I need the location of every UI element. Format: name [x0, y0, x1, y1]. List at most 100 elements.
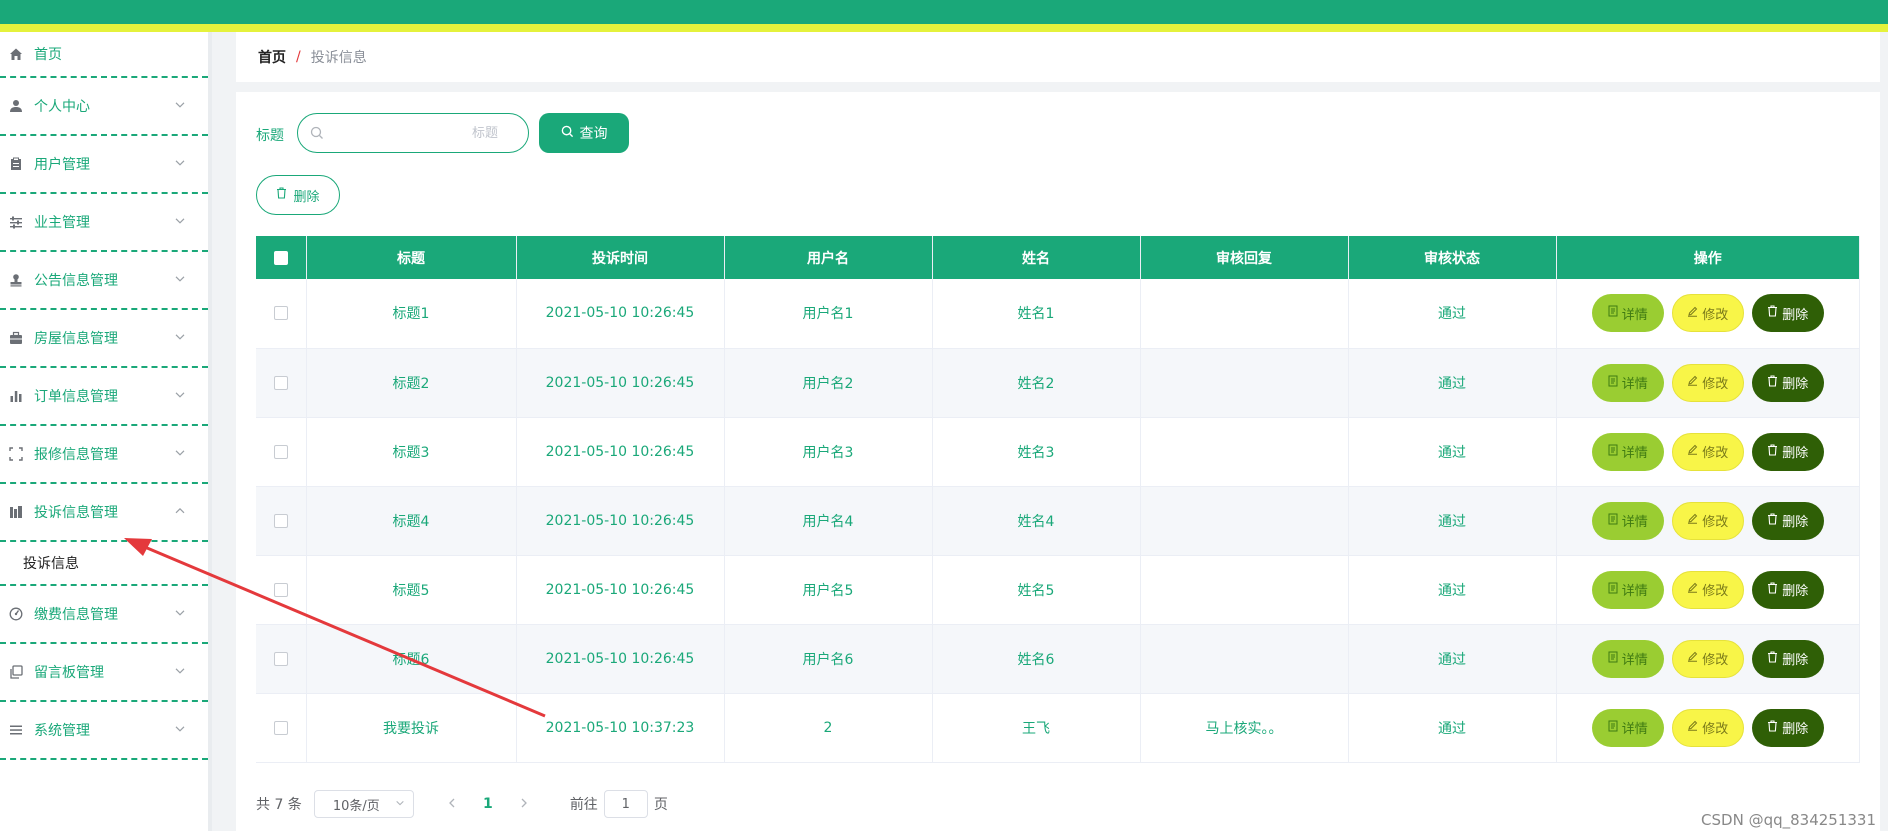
delete-button-label: 删除 [1782, 584, 1809, 599]
detail-button[interactable]: 详情 [1591, 363, 1664, 402]
query-button[interactable]: 查询 [539, 113, 629, 153]
cell-reply [1140, 555, 1349, 625]
detail-button[interactable]: 详情 [1591, 501, 1664, 540]
column-header: 用户名 [724, 236, 933, 279]
cell-reply [1140, 417, 1349, 487]
row-checkbox[interactable] [256, 279, 307, 349]
sidebar-item-personal-center[interactable]: 个人中心 [0, 78, 208, 136]
prev-page-button[interactable] [434, 796, 470, 812]
edit-button[interactable]: 修改 [1671, 708, 1744, 747]
sidebar-item-payment-management[interactable]: 缴费信息管理 [0, 586, 208, 644]
delete-button[interactable]: 删除 [1751, 363, 1824, 402]
row-checkbox[interactable] [256, 693, 307, 763]
select-all-checkbox[interactable] [256, 236, 307, 279]
chevron-up-icon [174, 505, 186, 517]
edit-button[interactable]: 修改 [1671, 570, 1744, 609]
table-row: 标题2 2021-05-10 10:26:45 用户名2 姓名2 通过 详情 修改 删除 [256, 348, 1860, 418]
sidebar-item-user-management[interactable]: 用户管理 [0, 136, 208, 194]
cell-title: 标题1 [306, 279, 517, 349]
cell-username: 用户名5 [724, 555, 933, 625]
sidebar-item-message-board[interactable]: 留言板管理 [0, 644, 208, 702]
page-number[interactable]: 1 [470, 796, 506, 812]
goto-page-input[interactable] [603, 790, 648, 818]
delete-button[interactable]: 删除 [1751, 294, 1824, 333]
cell-status: 通过 [1348, 486, 1557, 556]
cell-time: 2021-05-10 10:37:23 [516, 693, 725, 763]
cell-name: 姓名1 [932, 279, 1141, 349]
sidebar-item-label: 首页 [34, 47, 62, 63]
sidebar-item-label: 缴费信息管理 [34, 607, 118, 623]
row-checkbox[interactable] [256, 486, 307, 556]
cell-name: 姓名5 [932, 555, 1141, 625]
sidebar-item-owner-management[interactable]: 业主管理 [0, 194, 208, 252]
watermark: CSDN @qq_834251331 [1701, 811, 1876, 829]
next-page-button[interactable] [506, 796, 542, 812]
cell-name: 姓名6 [932, 624, 1141, 694]
header-accent-stripe [0, 24, 1888, 32]
briefcase-icon [8, 330, 24, 346]
cell-actions: 详情 修改 删除 [1556, 555, 1860, 625]
edit-button-label: 修改 [1702, 722, 1729, 737]
delete-button[interactable]: 删除 [1751, 639, 1824, 678]
detail-button[interactable]: 详情 [1591, 432, 1664, 471]
sidebar-item-house-management[interactable]: 房屋信息管理 [0, 310, 208, 368]
detail-button-label: 详情 [1621, 722, 1648, 737]
edit-button[interactable]: 修改 [1671, 432, 1744, 471]
sidebar-subitem-complaint-info[interactable]: 投诉信息 [0, 542, 208, 586]
detail-button[interactable]: 详情 [1591, 639, 1664, 678]
building-icon [8, 504, 24, 520]
row-checkbox[interactable] [256, 348, 307, 418]
cell-username: 用户名4 [724, 486, 933, 556]
row-checkbox[interactable] [256, 555, 307, 625]
chevron-down-icon [174, 331, 186, 343]
pencil-icon [1687, 306, 1698, 321]
sidebar-item-label: 用户管理 [34, 157, 90, 173]
sidebar-item-notice-management[interactable]: 公告信息管理 [0, 252, 208, 310]
edit-button[interactable]: 修改 [1671, 501, 1744, 540]
delete-button[interactable]: 删除 [1751, 708, 1824, 747]
page-size-select[interactable]: 10条/页 [313, 790, 414, 818]
edit-button[interactable]: 修改 [1671, 294, 1744, 333]
document-icon [1608, 720, 1618, 736]
sidebar-item-label: 留言板管理 [34, 665, 104, 681]
row-checkbox[interactable] [256, 624, 307, 694]
delete-button[interactable]: 删除 [1751, 501, 1824, 540]
cell-actions: 详情 修改 删除 [1556, 279, 1860, 349]
detail-button[interactable]: 详情 [1591, 708, 1664, 747]
cell-username: 2 [724, 693, 933, 763]
breadcrumb-home[interactable]: 首页 [258, 47, 286, 67]
cell-title: 标题4 [306, 486, 517, 556]
sidebar-item-order-management[interactable]: 订单信息管理 [0, 368, 208, 426]
search-field[interactable] [297, 113, 529, 153]
delete-button[interactable]: 删除 [1751, 570, 1824, 609]
batch-delete-button[interactable]: 删除 [256, 175, 340, 215]
chevron-down-icon [174, 607, 186, 619]
delete-button[interactable]: 删除 [1751, 432, 1824, 471]
detail-button[interactable]: 详情 [1591, 570, 1664, 609]
edit-button[interactable]: 修改 [1671, 363, 1744, 402]
table-row: 标题4 2021-05-10 10:26:45 用户名4 姓名4 通过 详情 修改 删除 [256, 486, 1860, 556]
table-row: 我要投诉 2021-05-10 10:37:23 2 王飞 马上核实。。 通过 详情 修改 删除 [256, 693, 1860, 763]
edit-button[interactable]: 修改 [1671, 639, 1744, 678]
search-input[interactable] [330, 125, 510, 141]
complaint-table: 标题 投诉时间 用户名 姓名 审核回复 审核状态 操作 标题1 2021-05-1… [256, 236, 1860, 763]
sidebar-subitem-label: 投诉信息 [23, 556, 79, 572]
sidebar-item-label: 订单信息管理 [34, 389, 118, 405]
detail-button[interactable]: 详情 [1591, 294, 1664, 333]
sidebar-item-complaint-management[interactable]: 投诉信息管理 [0, 484, 208, 542]
row-checkbox[interactable] [256, 417, 307, 487]
detail-button-label: 详情 [1621, 653, 1648, 668]
cell-actions: 详情 修改 删除 [1556, 693, 1860, 763]
sidebar-item-label: 系统管理 [34, 723, 90, 739]
cell-actions: 详情 修改 删除 [1556, 624, 1860, 694]
cell-username: 用户名1 [724, 279, 933, 349]
sidebar-item-home[interactable]: 首页 [0, 32, 208, 78]
cell-time: 2021-05-10 10:26:45 [516, 555, 725, 625]
cell-name: 姓名2 [932, 348, 1141, 418]
cell-name: 姓名4 [932, 486, 1141, 556]
column-header: 姓名 [932, 236, 1141, 279]
sidebar-item-system-management[interactable]: 系统管理 [0, 702, 208, 760]
delete-button-label: 删除 [1782, 515, 1809, 530]
sliders-icon [8, 214, 24, 230]
sidebar-item-repair-management[interactable]: 报修信息管理 [0, 426, 208, 484]
